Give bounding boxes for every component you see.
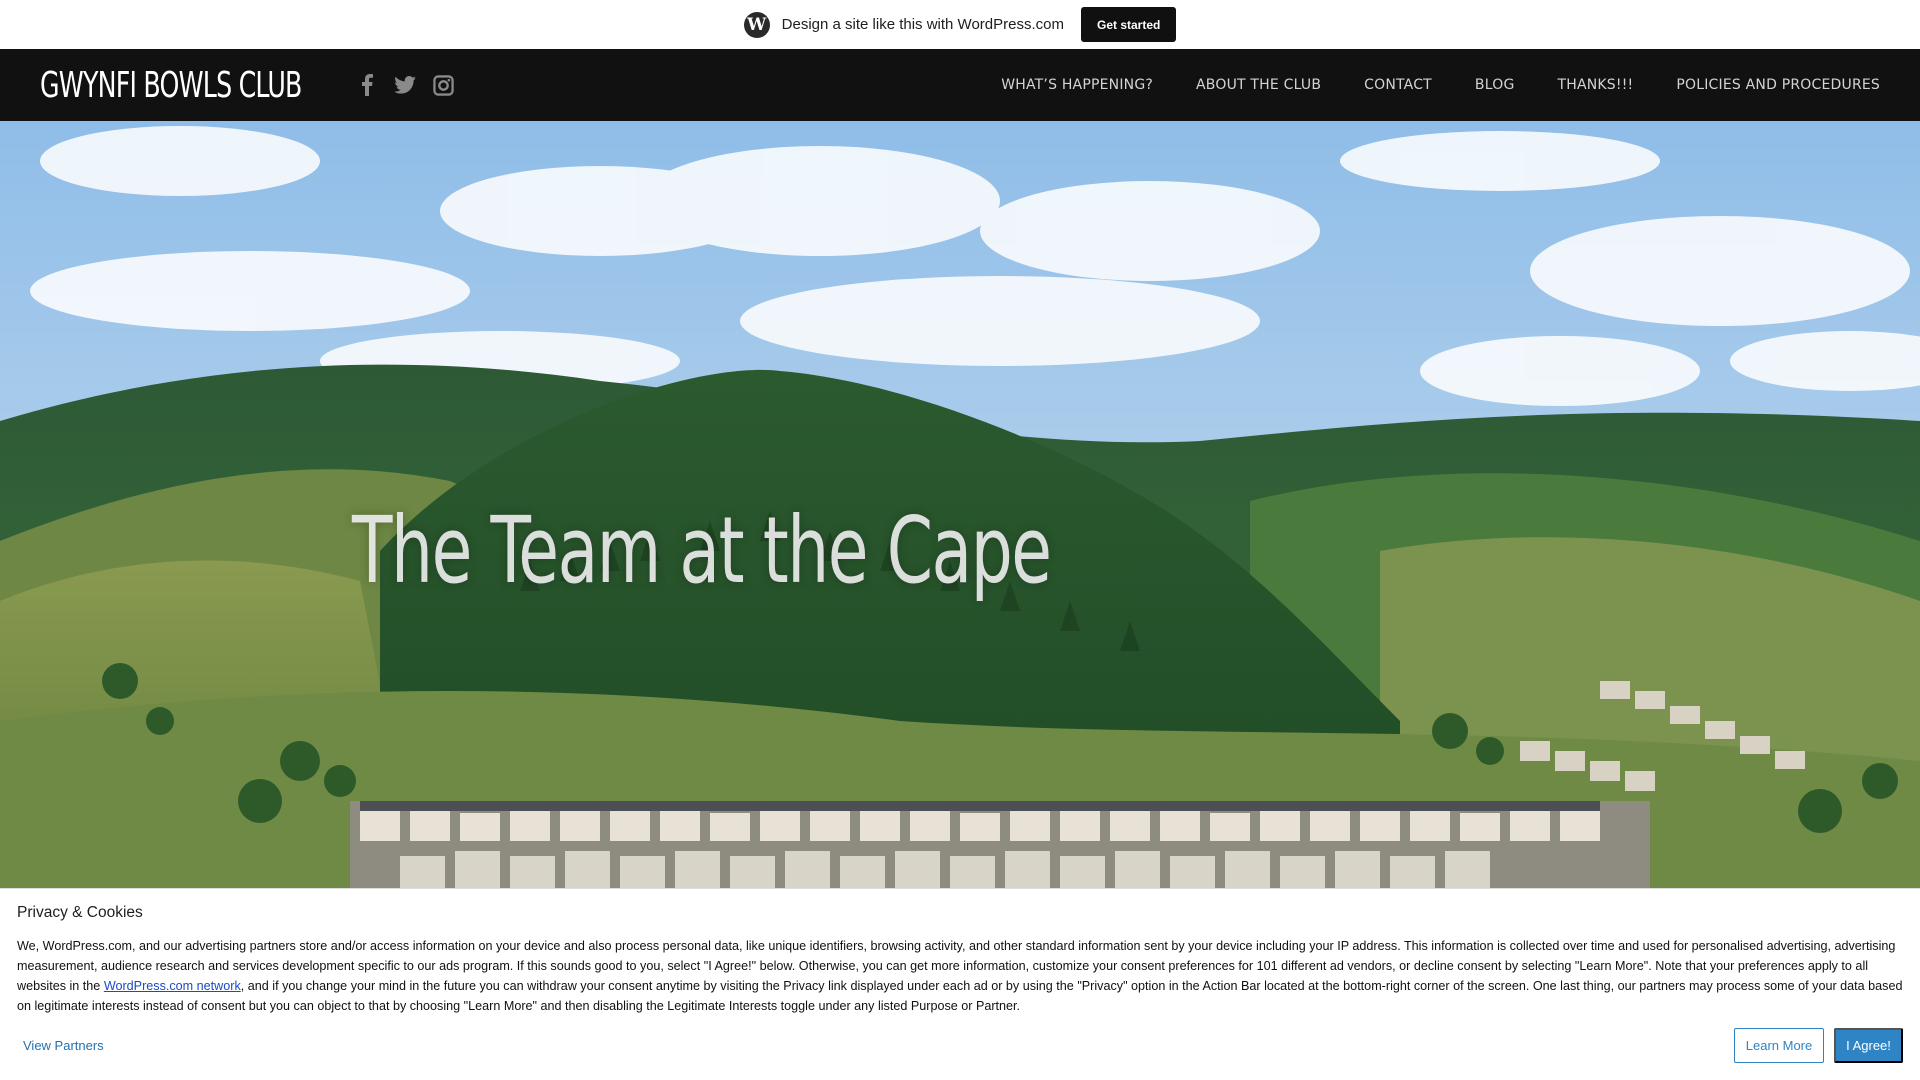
site-title[interactable]: GWYNFI BOWLS CLUB (40, 65, 302, 106)
promo-text[interactable]: Design a site like this with WordPress.c… (782, 16, 1064, 33)
nav-contact[interactable]: CONTACT (1364, 77, 1432, 93)
nav-whats-happening[interactable]: WHAT’S HAPPENING? (1001, 77, 1153, 93)
i-agree-button[interactable]: I Agree! (1834, 1028, 1903, 1063)
wordpress-promo-bar: W Design a site like this with WordPress… (0, 0, 1920, 49)
hero-title[interactable]: The Team at the Cape (352, 497, 1052, 604)
learn-more-button[interactable]: Learn More (1734, 1028, 1824, 1063)
facebook-icon[interactable] (356, 74, 378, 96)
get-started-button[interactable]: Get started (1080, 7, 1177, 42)
cookie-body-after-link: , and if you change your mind in the fut… (17, 979, 1903, 1013)
hero-banner: The Team at the Cape (0, 121, 1920, 891)
site-header: GWYNFI BOWLS CLUB WHAT’S HAPPENING? ABOU… (0, 49, 1920, 121)
main-nav: WHAT’S HAPPENING? ABOUT THE CLUB CONTACT… (1001, 49, 1880, 121)
instagram-icon[interactable] (432, 74, 454, 96)
nav-thanks[interactable]: THANKS!!! (1558, 77, 1634, 93)
cookie-body-text: We, WordPress.com, and our advertising p… (17, 936, 1907, 1016)
cookie-title: Privacy & Cookies (17, 904, 143, 921)
twitter-icon[interactable] (394, 74, 416, 96)
wordpress-logo-icon[interactable]: W (743, 11, 770, 38)
nav-policies-and-procedures[interactable]: POLICIES AND PROCEDURES (1676, 77, 1880, 93)
social-links (356, 74, 454, 96)
wordpress-network-link[interactable]: WordPress.com network (104, 979, 241, 993)
cookie-consent-banner: Privacy & Cookies We, WordPress.com, and… (0, 888, 1920, 1080)
nav-about-the-club[interactable]: ABOUT THE CLUB (1196, 77, 1321, 93)
nav-blog[interactable]: BLOG (1475, 77, 1515, 93)
view-partners-link[interactable]: View Partners (23, 1038, 104, 1053)
